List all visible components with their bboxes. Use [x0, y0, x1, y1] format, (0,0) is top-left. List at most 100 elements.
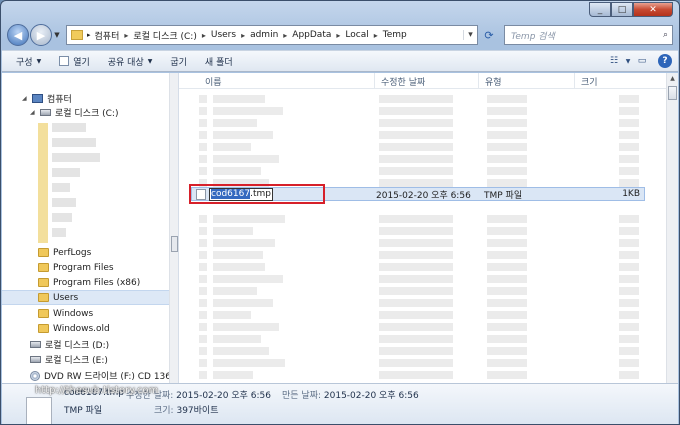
caret-down-icon: ▼	[147, 57, 153, 65]
column-headers: 이름 수정한 날짜 유형 크기	[179, 73, 666, 89]
file-list-scrollbar[interactable]: ▲	[666, 73, 678, 383]
forward-arrow-icon: ▶	[36, 28, 46, 42]
blurred-cell	[379, 287, 453, 295]
breadcrumb-users[interactable]: Users	[211, 30, 236, 40]
burn-button[interactable]: 굽기	[170, 55, 187, 68]
column-header-type[interactable]: 유형	[479, 73, 575, 89]
tree-item-local-d[interactable]: 로컬 디스크 (D:)	[30, 337, 109, 352]
tree-item-program-files[interactable]: Program Files	[38, 260, 114, 275]
navigation-bar: ◀ ▶ ▼ ▸ 컴퓨터 ▸ 로컬 디스크 (C:) ▸ Users ▸ admin ▸ …	[7, 23, 673, 47]
blurred-cell	[619, 299, 639, 307]
back-button[interactable]: ◀	[7, 24, 29, 46]
share-button[interactable]: 공유 대상 ▼	[108, 55, 153, 68]
blurred-cell	[487, 167, 527, 175]
scrollbar-thumb[interactable]	[171, 236, 178, 252]
blurred-cell	[379, 263, 453, 271]
blurred-cell	[199, 251, 207, 259]
blurred-cell	[487, 131, 527, 139]
blurred-cell	[213, 275, 283, 283]
maximize-button[interactable]: □	[611, 2, 633, 17]
navigation-scrollbar[interactable]	[169, 73, 178, 383]
breadcrumb-local-c[interactable]: 로컬 디스크 (C:)	[133, 29, 196, 42]
blurred-cell	[487, 347, 527, 355]
blurred-cell	[379, 143, 453, 151]
tree-item-perflogs[interactable]: PerfLogs	[38, 245, 91, 260]
window-controls: _ □ ✕	[589, 2, 673, 17]
refresh-icon: ⟳	[484, 28, 494, 42]
blurred-cell	[487, 275, 527, 283]
breadcrumb-temp[interactable]: Temp	[383, 30, 407, 40]
blurred-folder-name	[52, 183, 70, 192]
scroll-up-icon[interactable]: ▲	[667, 73, 678, 85]
file-list: 이름 수정한 날짜 유형 크기 cod6167 .tmp 2015-02-20 오…	[179, 73, 678, 383]
blurred-cell	[213, 251, 263, 259]
blurred-cell	[213, 215, 285, 223]
blurred-cell	[213, 323, 279, 331]
blurred-cell	[213, 287, 257, 295]
blurred-folder-name	[52, 213, 72, 222]
blurred-cell	[213, 131, 273, 139]
blurred-cell	[379, 311, 453, 319]
preview-pane-icon[interactable]: ▭	[632, 56, 652, 66]
breadcrumb-computer[interactable]: 컴퓨터	[95, 29, 120, 42]
blurred-cell	[619, 155, 639, 163]
file-date: 2015-02-20 오후 6:56	[376, 190, 471, 201]
tree-item-local-e[interactable]: 로컬 디스크 (E:)	[30, 352, 108, 367]
organize-button[interactable]: 구성 ▼	[16, 55, 41, 68]
blurred-cell	[379, 215, 453, 223]
folder-icon	[38, 293, 49, 302]
tree-item-dvd[interactable]: DVD RW 드라이브 (F:) CD 136S	[30, 368, 177, 383]
minimize-button[interactable]: _	[589, 2, 611, 17]
blurred-cell	[619, 311, 639, 319]
blurred-cell	[213, 335, 261, 343]
drive-icon	[40, 109, 51, 116]
breadcrumb-local[interactable]: Local	[345, 30, 368, 40]
tree-item-program-files-x86[interactable]: Program Files (x86)	[38, 275, 140, 290]
blurred-cell	[379, 239, 453, 247]
watermark-text: http://thesub.tistory.com	[35, 385, 159, 396]
blurred-cell	[199, 131, 207, 139]
address-dropdown[interactable]: ▾	[463, 30, 477, 40]
tree-item-computer[interactable]: ◢ 컴퓨터	[22, 91, 72, 106]
blurred-cell	[199, 215, 207, 223]
column-header-date[interactable]: 수정한 날짜	[375, 73, 479, 89]
blurred-cell	[487, 179, 527, 187]
refresh-button[interactable]: ⟳	[478, 25, 500, 45]
expand-arrow-icon[interactable]: ◢	[22, 95, 30, 102]
blurred-cell	[199, 227, 207, 235]
folder-icon	[38, 263, 49, 272]
scrollbar-thumb[interactable]	[668, 86, 677, 100]
blurred-cell	[213, 311, 251, 319]
column-header-size[interactable]: 크기	[575, 73, 666, 89]
recent-pages-dropdown[interactable]: ▼	[52, 31, 62, 39]
document-icon	[59, 56, 70, 66]
blurred-cell	[487, 371, 527, 379]
column-header-name[interactable]: 이름	[179, 73, 375, 89]
help-icon[interactable]: ?	[658, 54, 672, 68]
view-controls: ☷ ▼ ▭ ?	[604, 54, 672, 68]
forward-button[interactable]: ▶	[30, 24, 52, 46]
search-input[interactable]: Temp 검색 ⌕	[504, 25, 673, 45]
tree-item-users[interactable]: Users	[2, 290, 176, 305]
open-button[interactable]: 열기	[59, 55, 90, 68]
breadcrumb-admin[interactable]: admin	[250, 30, 278, 40]
tree-item-windows-old[interactable]: Windows.old	[38, 321, 110, 336]
blurred-cell	[619, 95, 639, 103]
blurred-cell	[213, 359, 285, 367]
expand-arrow-icon[interactable]: ◢	[30, 109, 38, 116]
blurred-cell	[487, 227, 527, 235]
breadcrumb-appdata[interactable]: AppData	[292, 30, 331, 40]
tree-item-local-c[interactable]: ◢ 로컬 디스크 (C:)	[30, 105, 118, 120]
blurred-cell	[619, 227, 639, 235]
caret-down-icon[interactable]: ▼	[624, 58, 632, 65]
blurred-cell	[619, 371, 639, 379]
blurred-cell	[379, 119, 453, 127]
tree-item-windows[interactable]: Windows	[38, 306, 93, 321]
blurred-folder-name	[52, 123, 86, 132]
new-folder-button[interactable]: 새 폴더	[205, 55, 233, 68]
blurred-cell	[199, 359, 207, 367]
blurred-cell	[619, 251, 639, 259]
view-options-icon[interactable]: ☷	[604, 56, 624, 66]
close-button[interactable]: ✕	[633, 2, 673, 17]
address-bar[interactable]: ▸ 컴퓨터 ▸ 로컬 디스크 (C:) ▸ Users ▸ admin ▸ AppDat…	[66, 25, 478, 45]
